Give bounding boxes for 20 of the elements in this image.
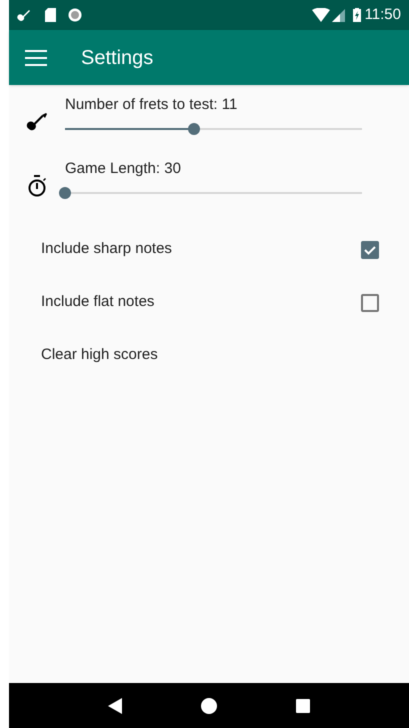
back-icon[interactable] [108,698,122,714]
slider-thumb[interactable] [188,123,200,135]
home-icon[interactable] [200,698,217,714]
slider-label: Game Length: 30 [65,159,182,179]
battery-icon [352,8,361,22]
setting-label[interactable]: Include flat notes [41,291,361,314]
checkbox[interactable] [361,240,379,258]
app-title: Settings [81,46,154,70]
menu-icon[interactable] [25,50,47,66]
clock: 11:50 [364,4,401,25]
stopwatch-icon [27,175,47,197]
checkbox[interactable] [361,294,379,312]
sd-card-icon [45,8,56,22]
record-icon [68,8,82,22]
setting-label[interactable]: Clear high scores [41,344,379,367]
setting-label[interactable]: Include sharp notes [41,238,361,261]
recents-icon[interactable] [296,698,310,712]
slider-thumb[interactable] [59,187,71,199]
signal-icon [332,8,345,22]
slider-label: Number of frets to test: 11 [65,95,238,115]
